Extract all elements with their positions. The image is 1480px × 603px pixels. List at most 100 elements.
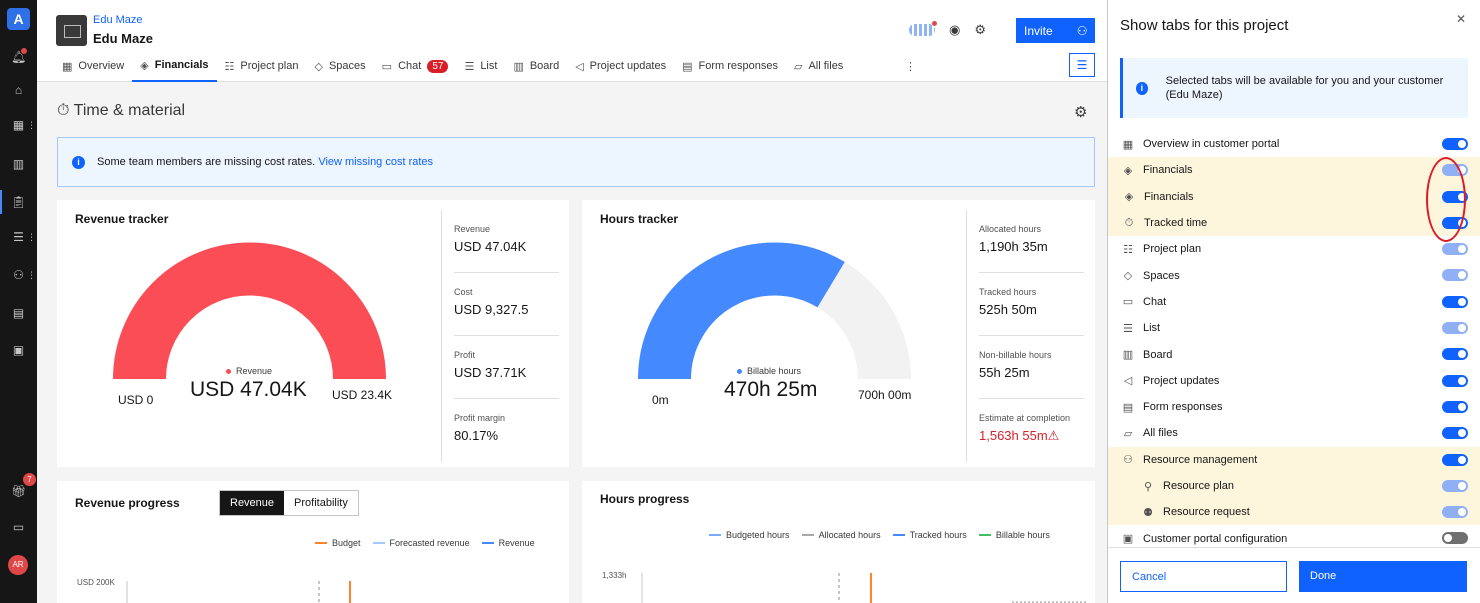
hours-gauge <box>638 242 911 380</box>
close-icon[interactable]: ✕ <box>1456 12 1466 26</box>
done-button[interactable]: Done <box>1299 561 1467 592</box>
eye-icon[interactable]: ◉ <box>949 22 960 38</box>
cancel-button[interactable]: Cancel <box>1120 561 1287 592</box>
tab-label: Overview <box>78 60 125 72</box>
tab-toggle-row: ◇ Spaces <box>1108 262 1480 288</box>
billing-icon[interactable]: ▤ <box>11 306 26 321</box>
tab-form-responses[interactable]: ▤ Form responses <box>674 50 786 82</box>
visibility-toggle[interactable] <box>1442 295 1468 308</box>
reports-icon[interactable]: ▥ <box>11 157 26 172</box>
tab-settings-button[interactable]: ☰ <box>1069 53 1095 77</box>
folder-icon: ▱ <box>1123 427 1133 440</box>
visibility-toggle[interactable] <box>1442 506 1468 519</box>
team-avatars-icon[interactable] <box>909 21 937 36</box>
documents-icon[interactable]: ▣ <box>11 343 26 358</box>
visibility-toggle[interactable] <box>1442 374 1468 387</box>
tab-label: Spaces <box>328 60 366 72</box>
gift-badge: 7 <box>23 473 36 486</box>
hours-stats: Allocated hours 1,190h 35m Tracked hours 52… <box>966 210 1084 462</box>
stat-label: Non-billable hours <box>979 350 1052 360</box>
visibility-toggle[interactable] <box>1442 269 1468 282</box>
panel-info-notice: i Selected tabs will be available for yo… <box>1120 58 1468 118</box>
card-title: Hours tracker <box>600 212 679 226</box>
hours-progress-card: Hours progress Budgeted hours Allocated h… <box>582 481 1095 603</box>
visibility-toggle[interactable] <box>1442 348 1468 361</box>
visibility-toggle[interactable] <box>1442 532 1468 545</box>
tab-project-updates[interactable]: ◁ Project updates <box>567 50 674 82</box>
more-tabs-icon[interactable]: ⋮ <box>897 50 924 82</box>
tab-label: List <box>480 60 498 72</box>
stat-value-text: 525h 50m <box>979 302 1037 317</box>
notifications-icon[interactable]: 🔔︎ <box>11 48 27 65</box>
stat-value: USD 9,327.5 <box>454 302 559 317</box>
tab-toggle-row: ▥ Board <box>1108 341 1480 367</box>
tasks-icon[interactable]: ☰ ⋮ <box>11 230 36 245</box>
tab-label: Financials <box>154 59 209 71</box>
tab-project-plan[interactable]: ☷ Project plan <box>217 50 307 82</box>
missing-cost-notice: i Some team members are missing cost rat… <box>57 137 1095 187</box>
tab-toggle-row: ⚇ Resource management <box>1108 446 1480 473</box>
person-icon: ⚲ <box>1143 480 1153 493</box>
stat-item: Estimate at completion 1,563h 55m⚠ <box>979 399 1084 462</box>
tab-spaces[interactable]: ◇ Spaces <box>306 50 373 82</box>
tab-label: Board <box>529 60 560 72</box>
gear-icon[interactable]: ⚙ <box>974 22 986 38</box>
list-icon: ☰ <box>1123 322 1133 335</box>
tab-toggle-row: ☰ List <box>1108 315 1480 341</box>
app-logo[interactable]: A <box>7 8 30 30</box>
people-icon[interactable]: ⚇ ⋮ <box>11 268 36 283</box>
stat-value: 80.17% <box>454 428 559 443</box>
home-icon[interactable]: ⌂ <box>11 83 26 98</box>
toggle-revenue[interactable]: Revenue <box>220 491 285 515</box>
active-indicator <box>0 190 2 214</box>
visibility-toggle[interactable] <box>1442 479 1468 492</box>
tab-all-files[interactable]: ▱ All files <box>786 50 851 82</box>
visibility-toggle[interactable] <box>1442 322 1468 335</box>
stat-value-text: USD 37.71K <box>454 365 527 380</box>
stat-value: USD 37.71K <box>454 365 559 380</box>
visibility-toggle[interactable] <box>1442 427 1468 440</box>
info-icon: i <box>72 155 85 169</box>
project-breadcrumb[interactable]: Edu Maze <box>93 14 143 26</box>
section-settings-icon[interactable]: ⚙ <box>1074 103 1087 121</box>
financials-icon: ◈ <box>140 59 149 72</box>
feedback-icon[interactable]: ▭ <box>11 520 26 535</box>
tab-list[interactable]: ☰ List <box>456 50 505 82</box>
visibility-toggle[interactable] <box>1442 400 1468 413</box>
stat-value-text: 1,190h 35m <box>979 239 1048 254</box>
hours-progress-chart <box>641 573 1087 603</box>
stat-item: Tracked hours 525h 50m <box>979 273 1084 336</box>
spaces-icon: ◇ <box>314 60 323 73</box>
tab-toggle-row: ▤ Form responses <box>1108 394 1480 420</box>
visibility-toggle[interactable] <box>1442 453 1468 466</box>
panel-info-text: Selected tabs will be available for you … <box>1165 75 1444 101</box>
avatar[interactable]: AR <box>8 555 28 575</box>
tab-toggle-label: Spaces <box>1143 269 1180 282</box>
projects-icon[interactable]: 📋︎ <box>11 195 26 210</box>
tab-board[interactable]: ▥ Board <box>505 50 567 82</box>
form-icon: ▤ <box>1122 401 1134 414</box>
tab-visibility-list: ▦ Overview in customer portal ◈ Financials ◈… <box>1108 131 1480 552</box>
chat-icon: ▭ <box>1122 296 1134 309</box>
notice-text: Some team members are missing cost rates… <box>97 156 316 168</box>
tab-toggle-row: ⚲ Resource plan <box>1108 472 1480 500</box>
gauge-legend-label: Revenue <box>236 366 273 376</box>
tab-chat[interactable]: ▭ Chat 57 <box>374 50 457 82</box>
stat-item: Cost USD 9,327.5 <box>454 273 559 336</box>
stat-label: Allocated hours <box>979 224 1042 234</box>
visibility-toggle[interactable] <box>1442 243 1468 256</box>
stat-label: Cost <box>454 287 473 297</box>
board-icon: ▥ <box>513 60 524 73</box>
spaces-icon: ◇ <box>1123 270 1133 283</box>
invite-button[interactable]: Invite ⚇ <box>1016 18 1095 43</box>
visibility-toggle[interactable] <box>1442 138 1468 150</box>
toggle-profitability[interactable]: Profitability <box>284 491 358 515</box>
tab-toggle-label: Overview in customer portal <box>1143 138 1280 151</box>
dashboard-icon[interactable]: ▦ ⋮ <box>11 118 36 133</box>
tab-financials[interactable]: ◈ Financials <box>132 50 217 82</box>
stat-value-text: 55h 25m <box>979 365 1030 380</box>
project-title: Edu Maze <box>93 31 153 46</box>
gift-icon[interactable]: 🎁︎ <box>11 484 26 499</box>
view-missing-cost-link[interactable]: View missing cost rates <box>318 156 433 168</box>
tab-overview[interactable]: ▦ Overview <box>54 50 132 82</box>
